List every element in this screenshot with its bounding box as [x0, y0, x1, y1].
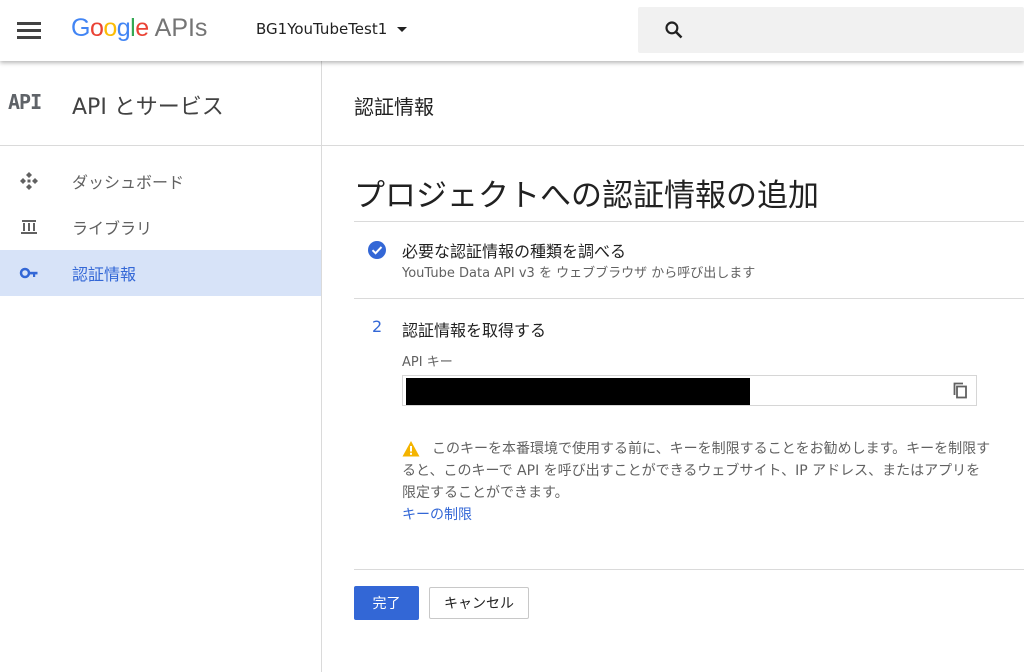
- logo-letter: G: [71, 14, 90, 42]
- sidebar-item-dashboard[interactable]: ダッシュボード: [0, 158, 321, 204]
- warning-icon: [402, 441, 420, 457]
- main-content: 認証情報 プロジェクトへの認証情報の追加 必要な認証情報の種類を調べる YouT…: [322, 61, 1024, 672]
- sidebar-item-label: ライブラリ: [72, 219, 153, 238]
- api-key-field[interactable]: [402, 375, 977, 406]
- restrict-key-link[interactable]: キーの制限: [402, 504, 992, 526]
- section-title: 認証情報: [354, 95, 434, 119]
- divider: [354, 569, 1024, 570]
- google-apis-logo[interactable]: Google APIs: [71, 14, 207, 43]
- sidebar-item-label: 認証情報: [72, 265, 137, 284]
- logo-letter: e: [135, 14, 149, 42]
- sidebar-nav: ダッシュボード ライブラリ 認証情報: [0, 146, 321, 296]
- key-icon: [19, 267, 38, 279]
- library-icon: [21, 220, 37, 234]
- top-app-bar: Google APIs BG1YouTubeTest1: [0, 0, 1024, 61]
- restriction-warning: このキーを本番環境で使用する前に、キーを制限することをお勧めします。キーを制限す…: [402, 438, 992, 526]
- page-title: プロジェクトへの認証情報の追加: [354, 178, 819, 214]
- step1-title[interactable]: 必要な認証情報の種類を調べる: [402, 238, 626, 262]
- dropdown-caret-icon: [397, 27, 408, 32]
- menu-icon[interactable]: [16, 18, 42, 44]
- sidebar-header: API API とサービス: [0, 61, 321, 146]
- main-header: 認証情報: [322, 61, 1024, 146]
- api-badge-icon: API: [8, 90, 42, 114]
- sidebar: API API とサービス ダッシュボード ライブラリ 認証情報: [0, 61, 322, 672]
- step1-subtitle: YouTube Data API v3 を ウェブブラウザ から呼び出します: [402, 266, 756, 281]
- warning-text: このキーを本番環境で使用する前に、キーを制限することをお勧めします。キーを制限す…: [402, 441, 991, 501]
- sidebar-title: API とサービス: [72, 95, 224, 120]
- cancel-button[interactable]: キャンセル: [429, 587, 529, 619]
- sidebar-item-credentials[interactable]: 認証情報: [0, 250, 321, 296]
- logo-letter: o: [89, 14, 104, 42]
- logo-letter: g: [116, 14, 131, 42]
- divider: [354, 221, 1024, 222]
- google-wordmark: Google: [71, 14, 149, 42]
- logo-apis-text: APIs: [154, 14, 208, 42]
- project-selector[interactable]: BG1YouTubeTest1: [256, 20, 408, 38]
- sidebar-item-library[interactable]: ライブラリ: [0, 204, 321, 250]
- redacted-key-value: [406, 378, 750, 405]
- search-icon: [665, 21, 683, 39]
- check-circle-icon: [368, 241, 386, 259]
- divider: [354, 298, 1024, 299]
- copy-icon[interactable]: [950, 380, 972, 402]
- search-bar[interactable]: [638, 7, 1024, 53]
- done-button[interactable]: 完了: [354, 586, 419, 620]
- api-key-label: API キー: [402, 355, 453, 370]
- dashboard-icon: [20, 172, 38, 190]
- step2-title: 認証情報を取得する: [402, 321, 547, 340]
- logo-letter: o: [103, 14, 117, 42]
- project-name: BG1YouTubeTest1: [256, 20, 388, 38]
- step2-number: 2: [372, 317, 383, 336]
- sidebar-item-label: ダッシュボード: [72, 173, 185, 192]
